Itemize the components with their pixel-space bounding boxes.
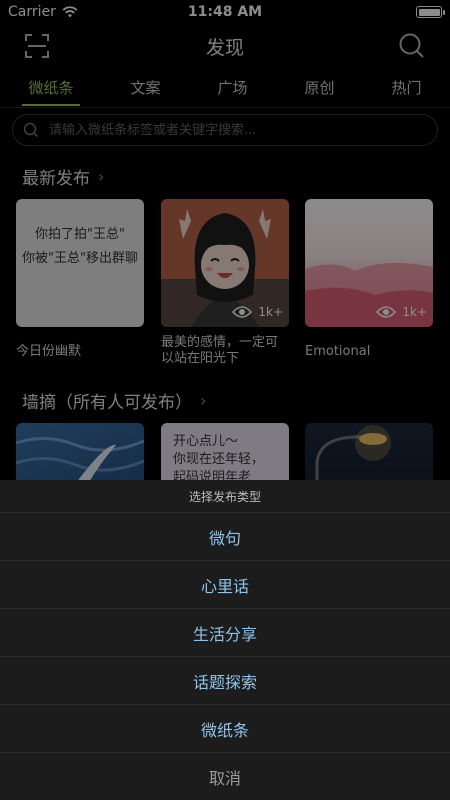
option-weiju-button[interactable]: 微句 (0, 513, 450, 561)
cancel-button[interactable]: 取消 (0, 753, 450, 800)
action-sheet-title: 选择发布类型 (0, 480, 450, 513)
option-huatitansuo-button[interactable]: 话题探索 (0, 657, 450, 705)
publish-type-action-sheet: 选择发布类型 微句 心里话 生活分享 话题探索 微纸条 取消 (0, 480, 450, 800)
option-weizhitiao-button[interactable]: 微纸条 (0, 705, 450, 753)
option-shenghuofenxiang-button[interactable]: 生活分享 (0, 609, 450, 657)
option-xinlihua-button[interactable]: 心里话 (0, 561, 450, 609)
